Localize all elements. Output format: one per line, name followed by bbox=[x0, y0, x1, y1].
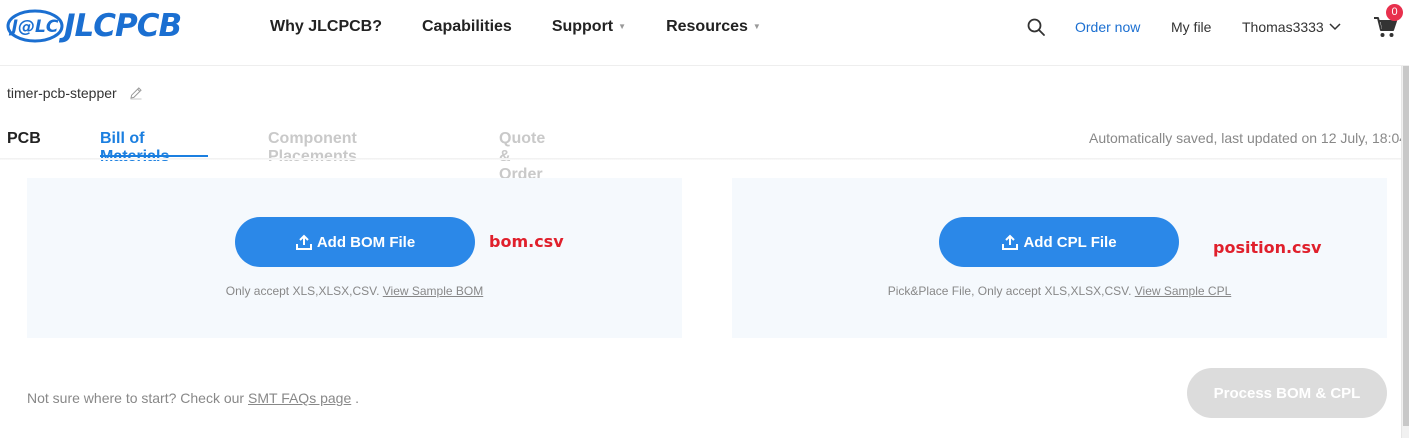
user-menu[interactable]: Thomas3333 bbox=[1242, 19, 1341, 35]
project-name: timer-pcb-stepper bbox=[7, 85, 117, 101]
process-button-label: Process BOM & CPL bbox=[1213, 384, 1361, 402]
view-sample-bom-link[interactable]: View Sample BOM bbox=[383, 284, 483, 298]
bom-hint: Only accept XLS,XLSX,CSV. View Sample BO… bbox=[27, 284, 682, 298]
main-nav: Why JLCPCB? Capabilities Support ▼ Resou… bbox=[270, 17, 801, 37]
project-title: timer-pcb-stepper bbox=[7, 85, 143, 101]
order-now-link[interactable]: Order now bbox=[1075, 19, 1140, 35]
nav-resources[interactable]: Resources ▼ bbox=[666, 17, 761, 37]
my-file-link[interactable]: My file bbox=[1171, 19, 1211, 35]
bom-upload-panel: Add BOM File Only accept XLS,XLSX,CSV. V… bbox=[27, 178, 682, 338]
logo-badge-text: J@LC bbox=[9, 17, 59, 37]
tab-quote-and-order[interactable]: Quote & Order bbox=[499, 130, 545, 184]
cpl-hint: Pick&Place File, Only accept XLS,XLSX,CS… bbox=[732, 284, 1387, 298]
bom-hint-text: Only accept XLS,XLSX,CSV. bbox=[225, 284, 380, 298]
faq-suffix: . bbox=[355, 390, 360, 406]
view-sample-cpl-link[interactable]: View Sample CPL bbox=[1135, 284, 1232, 298]
scrollbar-thumb[interactable] bbox=[1403, 66, 1409, 426]
logo-badge-icon: J@LC bbox=[6, 8, 64, 44]
smt-faqs-link[interactable]: SMT FAQs page bbox=[248, 390, 351, 406]
tab-bill-of-materials[interactable]: Bill of Materials bbox=[100, 130, 169, 166]
add-bom-file-label: Add BOM File bbox=[316, 233, 416, 251]
nav-label: Capabilities bbox=[422, 18, 512, 35]
faq-hint: Not sure where to start? Check our SMT F… bbox=[27, 390, 359, 406]
caret-down-icon: ▼ bbox=[618, 22, 627, 31]
jlcpcb-logo[interactable]: J@LC JLCPCB bbox=[6, 8, 182, 44]
nav-label: Resources bbox=[666, 18, 748, 35]
active-tab-indicator bbox=[100, 155, 208, 157]
upload-icon bbox=[1002, 234, 1019, 250]
upload-icon bbox=[295, 234, 312, 250]
username: Thomas3333 bbox=[1242, 19, 1324, 35]
cart-count-badge: 0 bbox=[1386, 4, 1403, 21]
add-cpl-file-button[interactable]: Add CPL File bbox=[939, 217, 1179, 267]
tab-pcb[interactable]: PCB bbox=[7, 130, 41, 148]
cpl-filename-annotation: position.csv bbox=[1213, 238, 1322, 257]
faq-text: Not sure where to start? Check our bbox=[27, 390, 245, 406]
search-icon[interactable] bbox=[1026, 17, 1046, 37]
logo-text: JLCPCB bbox=[64, 8, 182, 44]
tab-component-placements[interactable]: Component Placements bbox=[268, 130, 357, 166]
page-scrollbar[interactable] bbox=[1401, 66, 1409, 438]
nav-capabilities[interactable]: Capabilities bbox=[422, 17, 512, 37]
nav-label: Why JLCPCB? bbox=[270, 18, 382, 35]
add-bom-file-button[interactable]: Add BOM File bbox=[235, 217, 475, 267]
edit-pencil-icon[interactable] bbox=[129, 86, 143, 100]
tabs-divider bbox=[0, 158, 1409, 160]
cpl-hint-text: Pick&Place File, Only accept XLS,XLSX,CS… bbox=[887, 284, 1132, 298]
nav-label: Support bbox=[551, 18, 614, 35]
nav-why-jlcpcb[interactable]: Why JLCPCB? bbox=[270, 17, 382, 37]
top-header: J@LC JLCPCB Why JLCPCB? Capabilities Sup… bbox=[0, 0, 1409, 66]
autosave-status: Automatically saved, last updated on 12 … bbox=[1089, 130, 1408, 146]
chevron-down-icon bbox=[1329, 23, 1341, 31]
bom-filename-annotation: bom.csv bbox=[489, 232, 564, 251]
nav-support[interactable]: Support ▼ bbox=[552, 17, 626, 37]
cpl-upload-panel: Add CPL File Pick&Place File, Only accep… bbox=[732, 178, 1387, 338]
process-bom-cpl-button[interactable]: Process BOM & CPL bbox=[1187, 368, 1387, 418]
add-cpl-file-label: Add CPL File bbox=[1023, 233, 1117, 251]
caret-down-icon: ▼ bbox=[752, 22, 761, 31]
